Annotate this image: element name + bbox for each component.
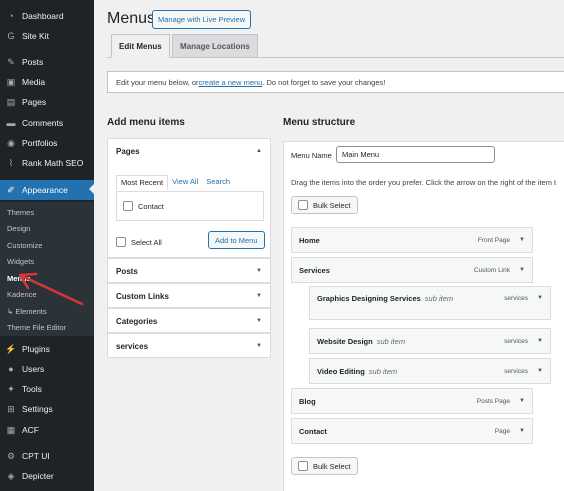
select-all-row: Select All	[116, 237, 162, 247]
tab-manage-locations[interactable]: Manage Locations	[172, 34, 258, 58]
list-item: Contact	[138, 201, 164, 211]
tab-most-recent[interactable]: Most Recent	[116, 175, 169, 190]
manage-live-preview-button[interactable]: Manage with Live Preview	[152, 10, 252, 29]
tab-view-all[interactable]: View All	[168, 175, 202, 190]
appearance-submenu: Themes Design Customize Widgets Menus Ka…	[0, 202, 94, 336]
pages-tabs: Most Recent View All Search	[116, 175, 234, 190]
sidebar-item-acf[interactable]: ▦ ACF	[0, 421, 94, 439]
menu-item-video-editing[interactable]: Video Editing sub item services ▼	[309, 358, 551, 384]
bulk-select-checkbox	[298, 461, 308, 471]
menu-item-services[interactable]: Services Custom Link ▼	[291, 257, 533, 283]
menu-name-input[interactable]	[336, 146, 495, 163]
sidebar-item-media[interactable]: ▣ Media	[0, 73, 94, 91]
user-icon: ●	[8, 364, 14, 374]
menu-structure-panel: Menu Name Drag the items into the order …	[283, 141, 564, 491]
chevron-down-icon[interactable]: ▼	[537, 338, 543, 344]
tab-search[interactable]: Search	[202, 175, 234, 190]
chevron-up-icon: ▲	[256, 148, 262, 154]
chevron-down-icon[interactable]: ▼	[519, 267, 525, 273]
menu-structure-title: Menu structure	[283, 117, 356, 128]
create-new-menu-link[interactable]: create a new menu	[199, 78, 263, 87]
posts-panel[interactable]: Posts ▼	[107, 258, 271, 283]
brush-icon: ✐	[7, 184, 15, 195]
chevron-down-icon[interactable]: ▼	[519, 237, 525, 243]
sidebar-item-rank-math[interactable]: ⌇ Rank Math SEO	[0, 154, 94, 172]
admin-sidebar: ◔ Dashboard G Site Kit ✎ Posts ▣ Media ▤ Page…	[0, 0, 94, 491]
pages-panel-header[interactable]: Pages ▲	[108, 139, 270, 163]
drag-hint-text: Drag the items into the order you prefer…	[291, 178, 557, 187]
submenu-design[interactable]: Design	[7, 221, 30, 235]
dashboard-icon: ◔	[8, 11, 14, 21]
plugin-icon: ⚡	[5, 343, 17, 354]
sidebar-item-dashboard[interactable]: ◔ Dashboard	[0, 7, 94, 25]
sidebar-item-pages[interactable]: ▤ Pages	[0, 93, 94, 111]
services-panel[interactable]: services ▼	[107, 333, 271, 358]
submenu-customize[interactable]: Customize	[7, 238, 42, 252]
comment-icon: ▬	[6, 118, 16, 128]
acf-icon: ▦	[6, 424, 16, 435]
bulk-select-button-top[interactable]: Bulk Select	[291, 196, 358, 214]
chevron-down-icon[interactable]: ▼	[537, 368, 543, 374]
cpt-icon: ⚙	[6, 450, 16, 461]
tab-edit-menus[interactable]: Edit Menus	[111, 34, 170, 58]
menu-item-blog[interactable]: Blog Posts Page ▼	[291, 388, 533, 414]
custom-links-panel[interactable]: Custom Links ▼	[107, 283, 271, 308]
settings-icon: ⊞	[7, 403, 15, 414]
sidebar-item-depicter[interactable]: ◈ Depicter	[0, 467, 94, 485]
pin-icon: ✎	[7, 56, 15, 67]
sidebar-item-users[interactable]: ● Users	[0, 360, 94, 378]
chevron-down-icon[interactable]: ▼	[519, 398, 525, 404]
menu-item-graphics-designing[interactable]: Graphics Designing Services sub item serv…	[309, 286, 551, 320]
categories-panel[interactable]: Categories ▼	[107, 308, 271, 333]
select-all-checkbox[interactable]	[116, 237, 126, 247]
contact-checkbox[interactable]	[123, 201, 133, 211]
notice-bar: Edit your menu below, or create a new me…	[107, 71, 564, 93]
annotation-arrow-icon	[18, 272, 84, 306]
submenu-theme-file-editor[interactable]: Theme File Editor	[7, 320, 66, 334]
pages-panel: Pages ▲ Most Recent View All Search Conta…	[107, 138, 271, 258]
chevron-down-icon: ▼	[256, 268, 262, 274]
sidebar-item-plugins[interactable]: ⚡ Plugins	[0, 340, 94, 358]
portfolio-icon: ◉	[7, 137, 15, 148]
menu-item-home[interactable]: Home Front Page ▼	[291, 227, 533, 253]
menu-item-contact[interactable]: Contact Page ▼	[291, 418, 533, 444]
menu-name-label: Menu Name	[291, 151, 332, 160]
wrench-icon: ✦	[7, 383, 15, 394]
nav-tabs: Edit Menus Manage Locations	[107, 34, 564, 58]
chevron-down-icon: ▼	[256, 318, 262, 324]
submenu-widgets[interactable]: Widgets	[7, 254, 34, 268]
page-icon: ▤	[6, 96, 16, 107]
chevron-down-icon[interactable]: ▼	[519, 428, 525, 434]
sidebar-item-cpt-ui[interactable]: ⚙ CPT UI	[0, 447, 94, 465]
sidebar-item-tools[interactable]: ✦ Tools	[0, 380, 94, 398]
pages-checklist: Contact	[116, 191, 264, 221]
add-to-menu-button[interactable]: Add to Menu	[208, 231, 265, 249]
media-icon: ▣	[6, 76, 16, 87]
chevron-down-icon: ▼	[256, 293, 262, 299]
sidebar-item-portfolios[interactable]: ◉ Portfolios	[0, 134, 94, 152]
sidebar-item-site-kit[interactable]: G Site Kit	[0, 27, 94, 45]
chevron-down-icon: ▼	[256, 343, 262, 349]
bulk-select-button-bottom[interactable]: Bulk Select	[291, 457, 358, 475]
rankmath-icon: ⌇	[8, 157, 14, 168]
sitekit-icon: G	[7, 31, 15, 41]
chevron-down-icon[interactable]: ▼	[537, 293, 543, 304]
menu-item-website-design[interactable]: Website Design sub item services ▼	[309, 328, 551, 354]
add-menu-items-title: Add menu items	[107, 117, 185, 128]
bulk-select-checkbox	[298, 200, 308, 210]
sidebar-item-appearance[interactable]: ✐ Appearance	[0, 180, 94, 200]
sidebar-item-comments[interactable]: ▬ Comments	[0, 114, 94, 132]
sidebar-item-settings[interactable]: ⊞ Settings	[0, 400, 94, 418]
sidebar-item-posts[interactable]: ✎ Posts	[0, 53, 94, 71]
depicter-icon: ◈	[7, 470, 15, 481]
page-title: Menus	[107, 10, 156, 27]
submenu-themes[interactable]: Themes	[7, 205, 34, 219]
